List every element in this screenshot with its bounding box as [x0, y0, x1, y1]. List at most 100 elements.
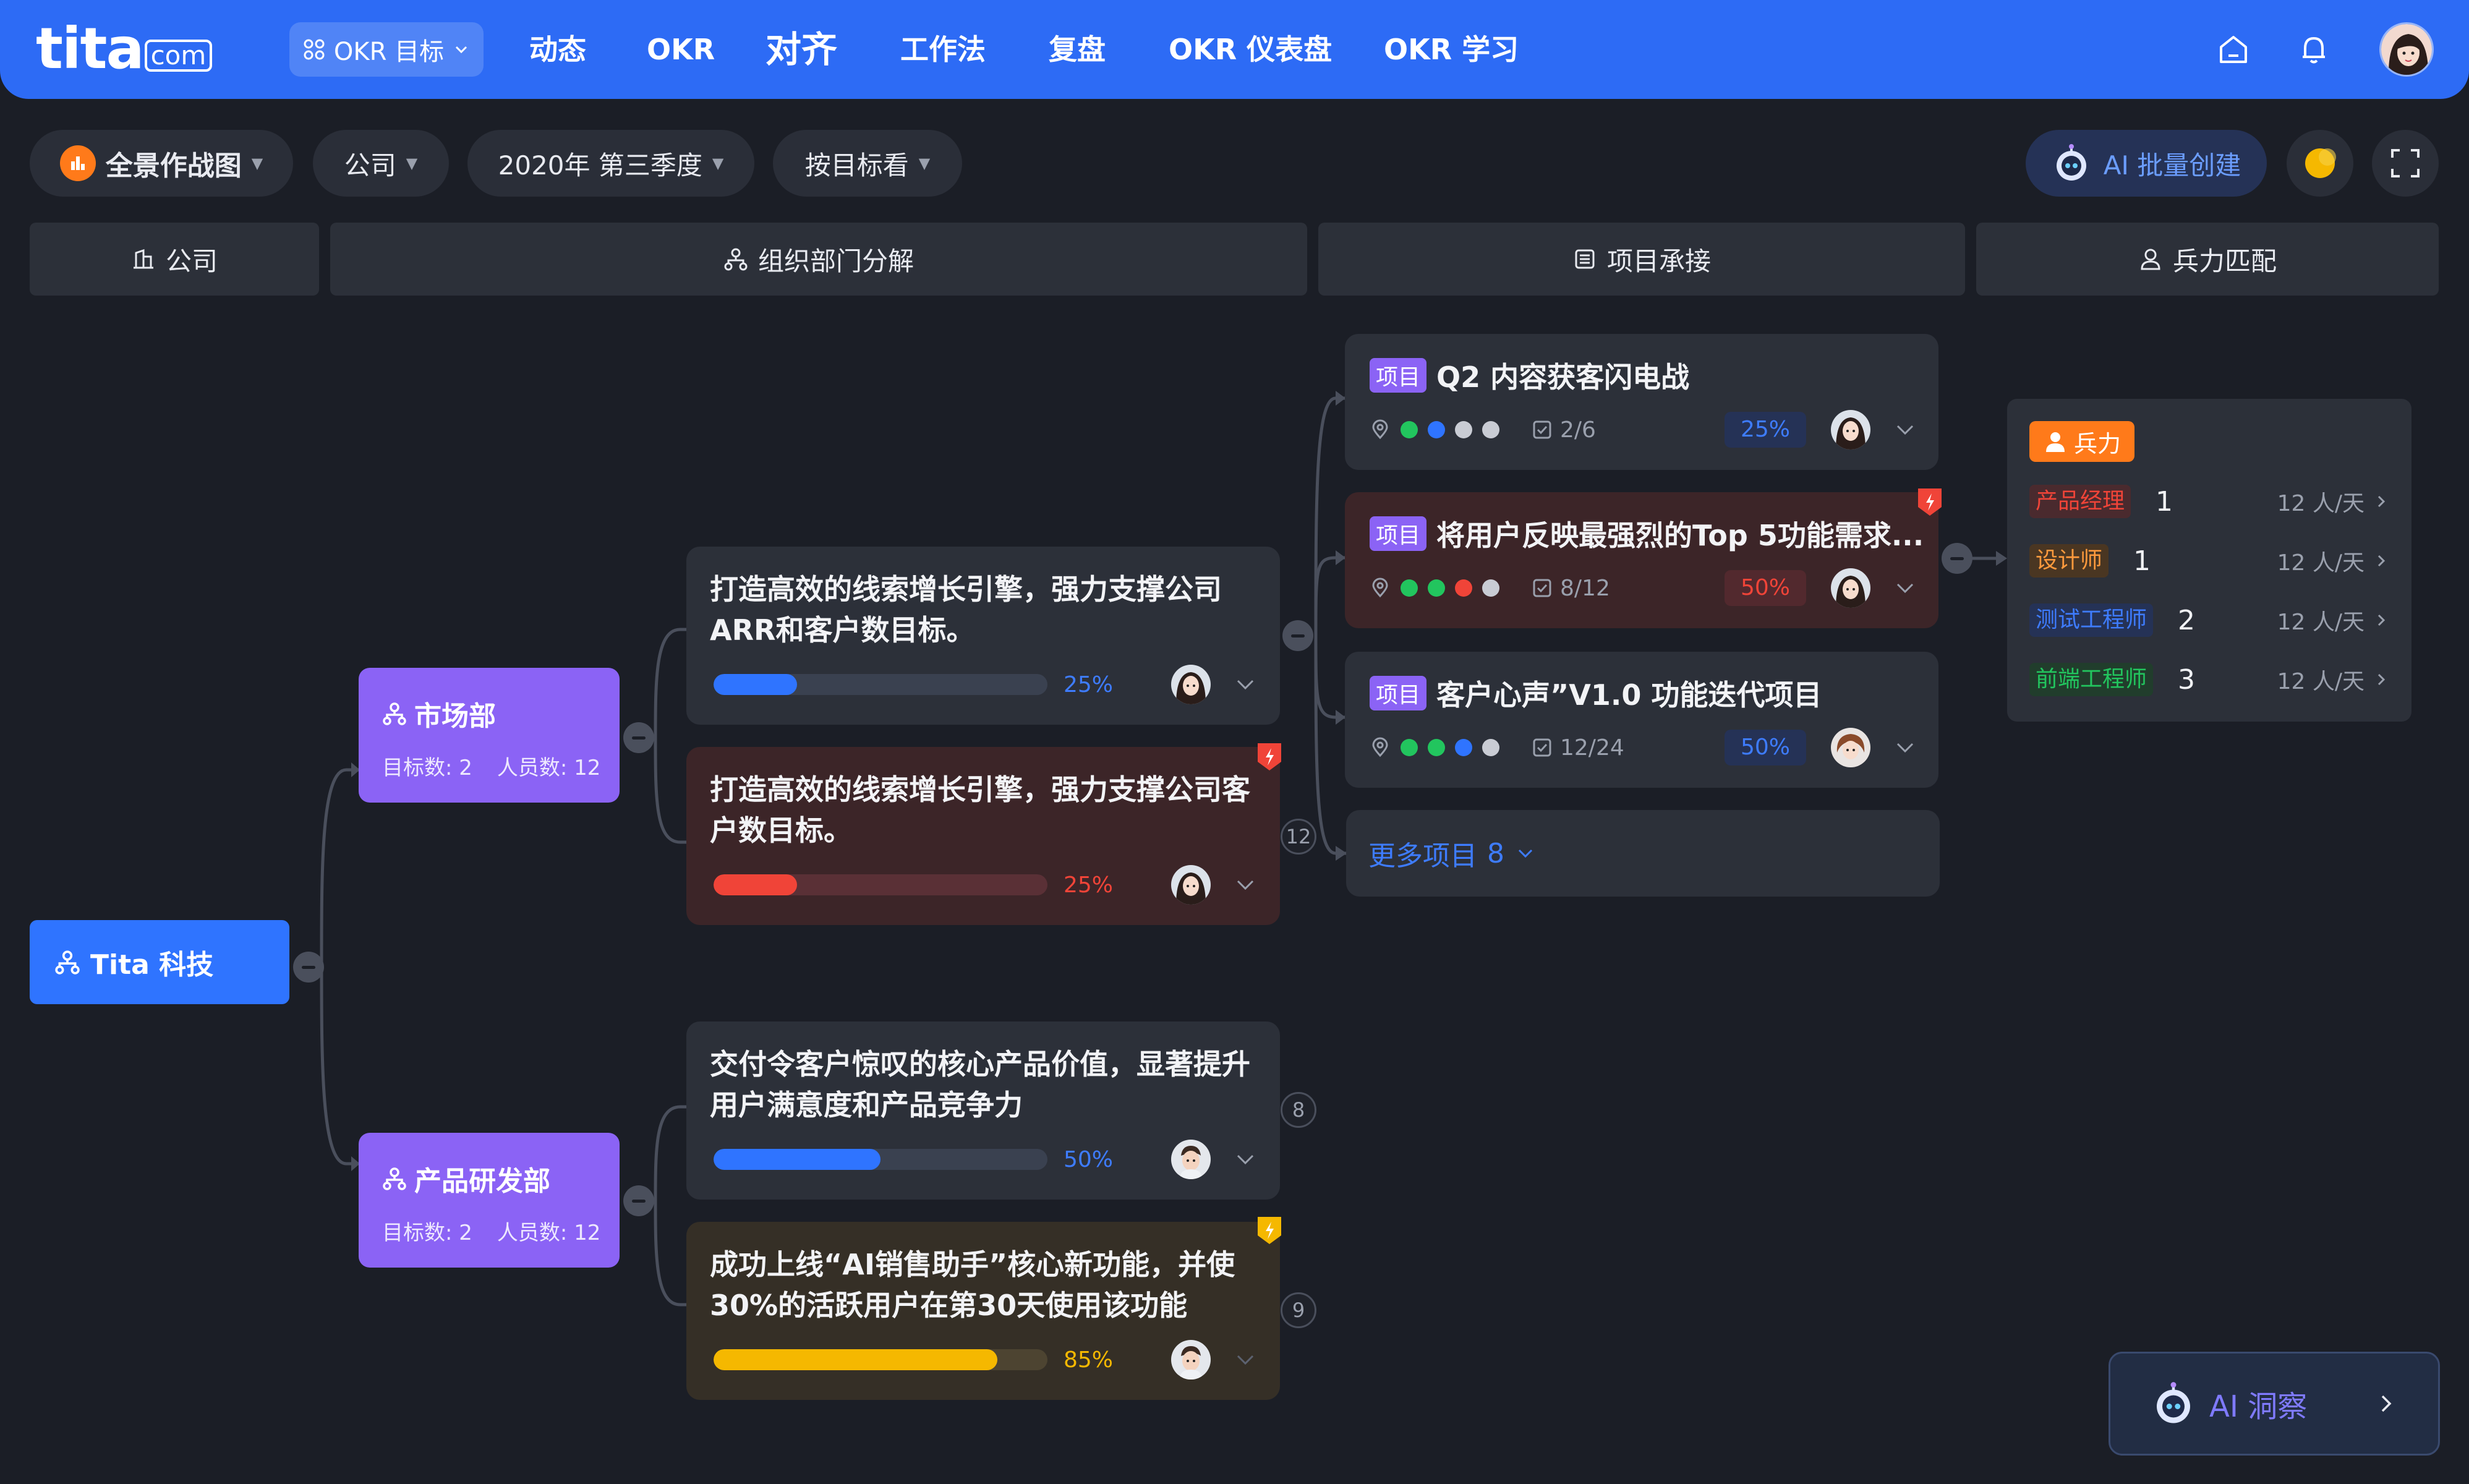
objective-card[interactable]: 交付令客户惊叹的核心产品价值，显著提升用户满意度和产品竞争力 50%	[686, 1021, 1280, 1200]
project-card[interactable]: 项目 Q2 内容获客闪电战 2/6 25%	[1345, 334, 1938, 470]
role-row[interactable]: 产品经理 1 12 人/天	[2029, 483, 2389, 520]
nav-dynamics[interactable]: 动态	[529, 25, 586, 74]
column-force-matching-label: 兵力匹配	[2172, 245, 2277, 276]
progress-bar-fill	[714, 1149, 881, 1170]
root-company-node[interactable]: Tita 科技	[30, 920, 289, 1004]
nav-review[interactable]: 复盘	[1049, 25, 1106, 74]
progress-bar	[714, 674, 1047, 695]
department-name: 产品研发部	[382, 1159, 620, 1198]
role-rate: 12 人/天	[2277, 545, 2389, 577]
role-rate: 12 人/天	[2277, 663, 2389, 696]
owner-avatar[interactable]	[1831, 568, 1870, 608]
milestone-dot	[1482, 421, 1499, 438]
building-icon	[133, 249, 153, 269]
milestone-dot	[1401, 739, 1418, 756]
project-count-badge[interactable]: 12	[1281, 819, 1316, 855]
task-count: 8/12	[1532, 576, 1610, 601]
department-goal-count: 目标数: 2	[382, 756, 472, 780]
project-count-badge[interactable]: 8	[1281, 1092, 1316, 1128]
org-icon	[383, 1167, 406, 1190]
chevron-down-icon	[456, 46, 467, 54]
project-count-badge[interactable]: 9	[1281, 1292, 1316, 1328]
department-node-product[interactable]: 产品研发部 目标数: 2 人员数: 12	[359, 1133, 620, 1268]
scope-selector[interactable]: 公司 ▼	[313, 130, 449, 197]
location-icon	[1372, 578, 1388, 598]
owner-avatar[interactable]	[1831, 410, 1870, 450]
nav-okr-dashboard[interactable]: OKR 仪表盘	[1169, 25, 1332, 74]
project-tag: 项目	[1370, 676, 1427, 710]
chevron-down-icon[interactable]	[1233, 1347, 1258, 1372]
logo-suffix: com	[144, 40, 213, 72]
role-row[interactable]: 测试工程师 2 12 人/天	[2029, 602, 2389, 639]
chevron-down-icon[interactable]	[1893, 735, 1917, 760]
moon-icon	[2305, 148, 2336, 178]
tita-logo[interactable]: tita com	[36, 20, 213, 77]
role-chip: 产品经理	[2029, 485, 2131, 518]
role-row[interactable]: 前端工程师 3 12 人/天	[2029, 661, 2389, 698]
role-count: 2	[2178, 604, 2196, 636]
owner-avatar[interactable]	[1171, 1140, 1211, 1179]
okr-goals-menu[interactable]: OKR 目标	[289, 22, 484, 77]
theme-toggle-button[interactable]	[2287, 130, 2353, 197]
top-navigation-bar: tita com OKR 目标 动态 OKR 对齐 工作法 复盘 OKR 仪表盘…	[0, 0, 2469, 99]
nav-work-method[interactable]: 工作法	[900, 25, 986, 74]
chevron-down-icon[interactable]	[1233, 1147, 1258, 1172]
objective-card[interactable]: 成功上线“AI销售助手”核心新功能，并使30%的活跃用户在第30天使用该功能 8…	[686, 1222, 1280, 1400]
chevron-down-icon[interactable]	[1233, 672, 1258, 697]
role-rate: 12 人/天	[2277, 604, 2389, 636]
nav-okr[interactable]: OKR	[647, 25, 715, 74]
ai-batch-create-button[interactable]: AI 批量创建	[2026, 130, 2267, 197]
risk-flag-icon	[1258, 743, 1281, 770]
collapse-objective-toggle[interactable]	[1282, 620, 1313, 651]
objective-title: 交付令客户惊叹的核心产品价值，显著提升用户满意度和产品竞争力	[710, 1047, 1250, 1122]
column-project: 项目承接	[1318, 223, 1965, 296]
more-projects-button[interactable]: 更多项目 8	[1346, 810, 1940, 897]
project-title: 客户心声”V1.0 功能迭代项目	[1436, 678, 1822, 712]
chevron-down-icon[interactable]	[1893, 417, 1917, 442]
bell-icon[interactable]	[2295, 31, 2332, 68]
owner-avatar[interactable]	[1171, 665, 1211, 704]
period-selector[interactable]: 2020年 第三季度 ▼	[467, 130, 754, 197]
force-panel: 兵力 产品经理 1 12 人/天 设计师 1 12 人/天 测试工程师 2 12…	[2007, 399, 2411, 722]
collapse-root-toggle[interactable]	[293, 952, 324, 983]
chevron-down-icon[interactable]	[1233, 872, 1258, 897]
milestone-dot	[1455, 579, 1472, 597]
role-row[interactable]: 设计师 1 12 人/天	[2029, 542, 2389, 579]
department-node-market[interactable]: 市场部 目标数: 2 人员数: 12	[359, 668, 620, 803]
chevron-right-icon	[2377, 614, 2386, 626]
user-icon	[2141, 249, 2160, 270]
owner-avatar[interactable]	[1831, 728, 1870, 767]
collapse-project-toggle[interactable]	[1942, 543, 1972, 574]
chevron-down-icon[interactable]	[1893, 576, 1917, 600]
milestone-dot	[1428, 739, 1445, 756]
view-selector[interactable]: 全景作战图 ▼	[30, 130, 293, 197]
progress-percent: 25%	[1064, 872, 1114, 898]
milestone-dot	[1428, 579, 1445, 597]
mode-selector[interactable]: 按目标看 ▼	[773, 130, 962, 197]
objective-card[interactable]: 打造高效的线索增长引擎，强力支撑公司ARR和客户数目标。 25%	[686, 547, 1280, 725]
more-projects-count: 8	[1487, 837, 1504, 869]
progress-bar-fill	[714, 874, 797, 895]
milestone-dot	[1482, 579, 1499, 597]
milestone-dot	[1455, 739, 1472, 756]
fullscreen-button[interactable]	[2372, 130, 2439, 197]
project-card[interactable]: 项目 将用户反映最强烈的Top 5功能需求... 8/12 50%	[1345, 492, 1938, 628]
progress-bar-fill	[714, 674, 797, 695]
user-avatar[interactable]	[2379, 22, 2434, 77]
objective-card[interactable]: 打造高效的线索增长引擎，强力支撑公司客户数目标。 25%	[686, 747, 1280, 925]
owner-avatar[interactable]	[1171, 1340, 1211, 1380]
nav-okr-learning[interactable]: OKR 学习	[1384, 25, 1519, 74]
caret-down-icon: ▼	[918, 155, 931, 172]
ai-insight-button[interactable]: AI 洞察	[2109, 1352, 2440, 1456]
nav-alignment[interactable]: 对齐	[765, 25, 837, 74]
collapse-department-toggle[interactable]	[623, 722, 654, 753]
progress-percent: 85%	[1064, 1347, 1114, 1373]
column-force-matching: 兵力匹配	[1976, 223, 2439, 296]
role-rate-value: 12 人/天	[2277, 669, 2365, 694]
collapse-department-toggle[interactable]	[623, 1185, 654, 1216]
project-card[interactable]: 项目 客户心声”V1.0 功能迭代项目 12/24 50%	[1345, 652, 1938, 788]
owner-avatar[interactable]	[1171, 865, 1211, 905]
home-icon[interactable]	[2215, 31, 2252, 68]
chevron-right-icon	[2377, 555, 2386, 567]
role-chip: 测试工程师	[2029, 603, 2154, 637]
